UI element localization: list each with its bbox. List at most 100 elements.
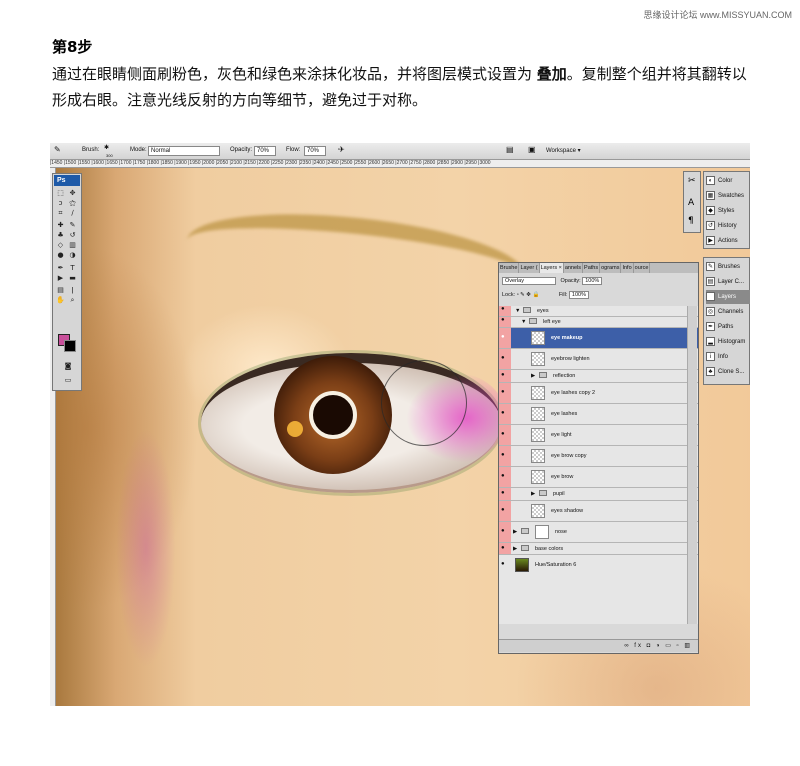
tool-presets-icon[interactable]: ✂ xyxy=(688,176,696,186)
visibility-eye-icon[interactable]: ● xyxy=(499,306,511,316)
crop-tool-icon[interactable]: ⌗ xyxy=(56,209,65,217)
visibility-eye-icon[interactable]: ● xyxy=(499,370,511,382)
tab-layer-comps[interactable]: Layer ( xyxy=(519,263,540,273)
layer-row-eye-brow[interactable]: ● eye brow xyxy=(499,467,698,488)
brush-preset-icon[interactable]: ✱ xyxy=(104,144,109,151)
lock-icons[interactable]: ▫ ✎ ✥ 🔒 xyxy=(517,292,540,298)
dock-item-color[interactable]: ◐ Color xyxy=(706,174,750,188)
brush-tool-icon[interactable]: ✎ xyxy=(54,145,61,154)
visibility-eye-icon[interactable]: ● xyxy=(499,522,511,542)
layer-row-eye-makeup[interactable]: ● eye makeup xyxy=(499,328,698,349)
group-arrow-icon[interactable]: ▶ xyxy=(513,546,517,552)
bridge-icon[interactable]: ▣ xyxy=(528,145,536,154)
visibility-eye-icon[interactable]: ● xyxy=(499,328,511,348)
tab-info[interactable]: Info xyxy=(621,263,634,273)
dodge-tool-icon[interactable]: ◑ xyxy=(68,251,77,259)
layer-row-eyebrow-lighten[interactable]: ● eyebrow lighten xyxy=(499,349,698,370)
layer-row-hue-saturation[interactable]: ● Hue/Saturation 6 xyxy=(499,555,698,576)
character-icon[interactable]: A xyxy=(688,198,694,208)
mode-select[interactable]: Normal xyxy=(148,146,220,156)
layer-opacity-input[interactable]: 100% xyxy=(582,276,603,285)
blur-tool-icon[interactable]: ● xyxy=(56,251,65,259)
type-tool-icon[interactable]: T xyxy=(68,264,77,272)
layer-row-eyes[interactable]: ● ▼ eyes xyxy=(499,306,698,317)
notes-tool-icon[interactable]: ▤ xyxy=(56,286,65,294)
dock-item-layers[interactable]: ▣ Layers xyxy=(706,290,750,304)
brush-tool-icon[interactable]: ✎ xyxy=(68,221,77,229)
visibility-eye-icon[interactable]: ● xyxy=(499,425,511,445)
tab-brushes[interactable]: Brushe xyxy=(499,263,520,273)
visibility-eye-icon[interactable]: ● xyxy=(499,446,511,466)
lasso-tool-icon[interactable]: ↄ xyxy=(56,199,65,207)
dock-item-paths[interactable]: ✒ Paths xyxy=(706,320,750,334)
shape-tool-icon[interactable]: ▬ xyxy=(68,274,77,282)
layers-scrollbar[interactable] xyxy=(687,306,697,624)
group-arrow-icon[interactable]: ▼ xyxy=(521,319,526,325)
gradient-tool-icon[interactable]: ▥ xyxy=(68,241,77,249)
tab-channels[interactable]: annels xyxy=(564,263,584,273)
slice-tool-icon[interactable]: ∕ xyxy=(68,209,77,217)
history-brush-icon[interactable]: ↺ xyxy=(68,231,77,239)
path-select-icon[interactable]: ▶ xyxy=(56,274,65,282)
layer-row-nose[interactable]: ● ▶ nose xyxy=(499,522,698,543)
layer-row-base-colors[interactable]: ● ▶ base colors xyxy=(499,543,698,555)
visibility-eye-icon[interactable]: ● xyxy=(499,501,511,521)
move-tool-icon[interactable]: ✥ xyxy=(68,189,77,197)
visibility-eye-icon[interactable]: ● xyxy=(499,488,511,500)
eyedropper-tool-icon[interactable]: ǀ xyxy=(68,286,77,294)
hand-tool-icon[interactable]: ✋ xyxy=(56,296,65,304)
dock-item-brushes[interactable]: ✎ Brushes xyxy=(706,260,750,274)
tab-clone-source[interactable]: ource xyxy=(634,263,651,273)
tab-layers[interactable]: Layers × xyxy=(539,263,564,273)
layer-row-left-eye[interactable]: ● ▼ left eye xyxy=(499,317,698,328)
layer-row-reflection[interactable]: ● ▶ reflection xyxy=(499,370,698,383)
dock-item-history[interactable]: ↺ History xyxy=(706,219,750,233)
fill-input[interactable]: 100% xyxy=(568,290,589,299)
layer-row-eye-lashes-copy-2[interactable]: ● eye lashes copy 2 xyxy=(499,383,698,404)
stamp-tool-icon[interactable]: ♣ xyxy=(56,231,65,239)
tab-paths[interactable]: Paths xyxy=(583,263,601,273)
layer-row-eye-lashes[interactable]: ● eye lashes xyxy=(499,404,698,425)
screen-mode-icon[interactable]: ▭ xyxy=(62,376,74,384)
background-color-swatch[interactable] xyxy=(64,340,76,352)
zoom-tool-icon[interactable]: ⌕ xyxy=(68,296,77,304)
workspace-menu[interactable]: Workspace ▾ xyxy=(546,147,581,154)
eraser-tool-icon[interactable]: ◇ xyxy=(56,241,65,249)
layers-panel-footer[interactable]: ∞ fx ◘ ◑ ▭ ▫ ▥ xyxy=(499,639,698,652)
pen-tool-icon[interactable]: ✒ xyxy=(56,264,65,272)
magic-wand-icon[interactable]: ⚝ xyxy=(68,199,77,207)
visibility-eye-icon[interactable]: ● xyxy=(499,383,511,403)
visibility-eye-icon[interactable]: ● xyxy=(499,555,511,576)
dock-item-layer-comps[interactable]: ▤ Layer C... xyxy=(706,275,750,289)
quick-mask-icon[interactable]: ◙ xyxy=(62,362,74,370)
dock-item-channels[interactable]: ◎ Channels xyxy=(706,305,750,319)
layer-row-eye-brow-copy[interactable]: ● eye brow copy xyxy=(499,446,698,467)
dock-item-histogram[interactable]: ▂ Histogram xyxy=(706,335,750,349)
visibility-eye-icon[interactable]: ● xyxy=(499,349,511,369)
visibility-eye-icon[interactable]: ● xyxy=(499,467,511,487)
layer-row-eyes-shadow[interactable]: ● eyes shadow xyxy=(499,501,698,522)
layer-row-eye-light[interactable]: ● eye light xyxy=(499,425,698,446)
opacity-input[interactable]: 70% xyxy=(254,146,276,156)
paragraph-icon[interactable]: ¶ xyxy=(688,216,694,226)
group-arrow-icon[interactable]: ▼ xyxy=(515,308,520,314)
dock-item-styles[interactable]: ◆ Styles xyxy=(706,204,750,218)
dock-item-swatches[interactable]: ▦ Swatches xyxy=(706,189,750,203)
healing-tool-icon[interactable]: ✚ xyxy=(56,221,65,229)
tab-histogram[interactable]: ograms xyxy=(600,263,622,273)
flow-input[interactable]: 70% xyxy=(304,146,326,156)
marquee-tool-icon[interactable]: ⬚ xyxy=(56,189,65,197)
airbrush-icon[interactable]: ✈ xyxy=(338,145,345,154)
layer-row-pupil[interactable]: ● ▶ pupil xyxy=(499,488,698,501)
group-arrow-icon[interactable]: ▶ xyxy=(513,529,517,535)
file-browser-icon[interactable]: ▤ xyxy=(506,145,514,154)
dock-item-clone-source[interactable]: ♣ Clone S... xyxy=(706,365,750,379)
visibility-eye-icon[interactable]: ● xyxy=(499,404,511,424)
visibility-eye-icon[interactable]: ● xyxy=(499,543,511,554)
group-arrow-icon[interactable]: ▶ xyxy=(531,491,535,497)
blend-mode-select[interactable]: Overlay xyxy=(502,276,556,285)
dock-item-info[interactable]: i Info xyxy=(706,350,750,364)
dock-item-actions[interactable]: ▶ Actions xyxy=(706,234,750,248)
group-arrow-icon[interactable]: ▶ xyxy=(531,373,535,379)
visibility-eye-icon[interactable]: ● xyxy=(499,317,511,327)
